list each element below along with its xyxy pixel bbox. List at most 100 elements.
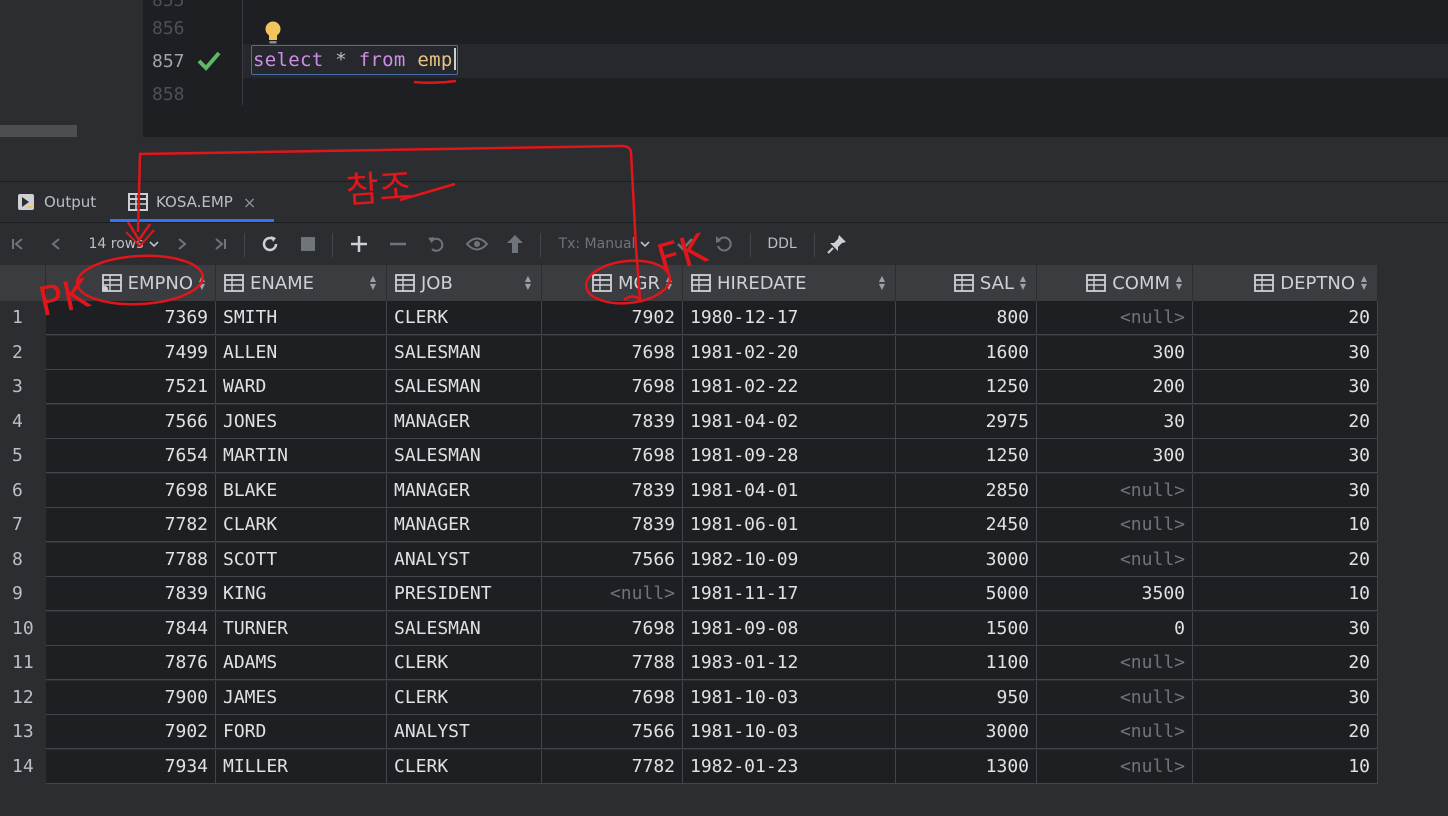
cell-ename[interactable]: MILLER [216, 749, 387, 784]
cell-job[interactable]: MANAGER [387, 508, 542, 542]
cell-hiredate[interactable]: 1981-06-01 [683, 508, 896, 542]
row-number[interactable]: 3 [0, 370, 46, 404]
cell-hiredate[interactable]: 1981-09-28 [683, 439, 896, 473]
cell-deptno[interactable]: 20 [1193, 542, 1378, 577]
cell-job[interactable]: ANALYST [387, 542, 542, 577]
horizontal-scrollbar[interactable] [0, 125, 77, 137]
row-number[interactable]: 12 [0, 680, 46, 715]
cell-ename[interactable]: ALLEN [216, 335, 387, 370]
cell-hiredate[interactable]: 1980-12-17 [683, 301, 896, 335]
cell-hiredate[interactable]: 1981-04-01 [683, 473, 896, 508]
rows-count-dropdown[interactable]: 14 rows [84, 223, 164, 265]
cell-sal[interactable]: 1500 [896, 611, 1037, 646]
cell-ename[interactable]: JONES [216, 404, 387, 439]
cell-sal[interactable]: 1300 [896, 749, 1037, 784]
table-row[interactable]: 10 7844 TURNER SALESMAN 7698 1981-09-08 1500 0 3… [0, 611, 1378, 646]
cell-empno[interactable]: 7566 [46, 404, 216, 439]
table-row[interactable]: 4 7566 JONES MANAGER 7839 1981-04-02 2975 30 20 [0, 404, 1378, 439]
cell-sal[interactable]: 5000 [896, 577, 1037, 611]
lightbulb-icon[interactable] [262, 20, 284, 46]
column-header-comm[interactable]: COMM ▲ ▼ [1037, 265, 1193, 301]
cell-empno[interactable]: 7900 [46, 680, 216, 715]
cell-sal[interactable]: 950 [896, 680, 1037, 715]
cell-deptno[interactable]: 20 [1193, 646, 1378, 680]
cell-mgr[interactable]: 7698 [542, 611, 683, 646]
cell-hiredate[interactable]: 1982-01-23 [683, 749, 896, 784]
cell-deptno[interactable]: 10 [1193, 577, 1378, 611]
cell-job[interactable]: SALESMAN [387, 439, 542, 473]
table-row[interactable]: 3 7521 WARD SALESMAN 7698 1981-02-22 1250 200 30 [0, 370, 1378, 404]
cell-comm[interactable]: <null> [1037, 473, 1193, 508]
tab-output[interactable]: Output [16, 182, 96, 222]
cell-ename[interactable]: SCOTT [216, 542, 387, 577]
cell-ename[interactable]: TURNER [216, 611, 387, 646]
cell-ename[interactable]: FORD [216, 715, 387, 749]
cell-deptno[interactable]: 20 [1193, 715, 1378, 749]
column-header-job[interactable]: JOB ▲ ▼ [387, 265, 542, 301]
cell-comm[interactable]: <null> [1037, 749, 1193, 784]
row-number[interactable]: 4 [0, 404, 46, 439]
sort-icon[interactable]: ▲ ▼ [370, 275, 376, 291]
cell-sal[interactable]: 1600 [896, 335, 1037, 370]
cell-mgr[interactable]: <null> [542, 577, 683, 611]
row-number[interactable]: 6 [0, 473, 46, 508]
cell-mgr[interactable]: 7839 [542, 473, 683, 508]
cell-sal[interactable]: 2850 [896, 473, 1037, 508]
cell-empno[interactable]: 7521 [46, 370, 216, 404]
last-page-icon[interactable] [208, 223, 232, 265]
cell-mgr[interactable]: 7698 [542, 680, 683, 715]
stop-icon[interactable] [296, 223, 320, 265]
table-row[interactable]: 5 7654 MARTIN SALESMAN 7698 1981-09-28 1250 300… [0, 439, 1378, 473]
cell-hiredate[interactable]: 1981-02-20 [683, 335, 896, 370]
column-header-empno[interactable]: EMPNO ▲ ▼ [46, 265, 216, 301]
cell-empno[interactable]: 7788 [46, 542, 216, 577]
cell-mgr[interactable]: 7902 [542, 301, 683, 335]
cell-comm[interactable]: <null> [1037, 542, 1193, 577]
cell-mgr[interactable]: 7566 [542, 715, 683, 749]
cell-sal[interactable]: 2975 [896, 404, 1037, 439]
table-row[interactable]: 7 7782 CLARK MANAGER 7839 1981-06-01 2450 <null… [0, 508, 1378, 542]
cell-empno[interactable]: 7369 [46, 301, 216, 335]
cell-sal[interactable]: 1250 [896, 370, 1037, 404]
panel-splitter[interactable] [0, 137, 1448, 182]
table-row[interactable]: 8 7788 SCOTT ANALYST 7566 1982-10-09 3000 <null… [0, 542, 1378, 577]
cell-mgr[interactable]: 7839 [542, 508, 683, 542]
cell-comm[interactable]: <null> [1037, 508, 1193, 542]
column-header-hiredate[interactable]: HIREDATE ▲ ▼ [683, 265, 896, 301]
cell-empno[interactable]: 7844 [46, 611, 216, 646]
cell-job[interactable]: CLERK [387, 680, 542, 715]
cell-deptno[interactable]: 20 [1193, 301, 1378, 335]
table-row[interactable]: 9 7839 KING PRESIDENT <null> 1981-11-17 5000 35… [0, 577, 1378, 611]
cell-job[interactable]: PRESIDENT [387, 577, 542, 611]
row-number[interactable]: 7 [0, 508, 46, 542]
cell-mgr[interactable]: 7839 [542, 404, 683, 439]
cell-mgr[interactable]: 7788 [542, 646, 683, 680]
column-header-ename[interactable]: ENAME ▲ ▼ [216, 265, 387, 301]
cell-hiredate[interactable]: 1981-11-17 [683, 577, 896, 611]
cell-comm[interactable]: 200 [1037, 370, 1193, 404]
tab-kosa-emp[interactable]: KOSA.EMP × [128, 182, 256, 222]
cell-hiredate[interactable]: 1981-10-03 [683, 680, 896, 715]
cell-job[interactable]: SALESMAN [387, 611, 542, 646]
table-row[interactable]: 11 7876 ADAMS CLERK 7788 1983-01-12 1100 <null>… [0, 646, 1378, 680]
view-changes-icon[interactable] [464, 223, 490, 265]
table-row[interactable]: 2 7499 ALLEN SALESMAN 7698 1981-02-20 1600 300 3… [0, 335, 1378, 370]
cell-deptno[interactable]: 30 [1193, 439, 1378, 473]
cell-hiredate[interactable]: 1981-09-08 [683, 611, 896, 646]
previous-page-icon[interactable] [44, 223, 68, 265]
cell-sal[interactable]: 1100 [896, 646, 1037, 680]
sort-icon[interactable]: ▲ ▼ [879, 275, 885, 291]
ddl-button[interactable]: DDL [760, 223, 804, 265]
transaction-mode-dropdown[interactable]: Tx: Manual [556, 223, 654, 265]
sort-icon[interactable]: ▲ ▼ [666, 275, 672, 291]
sort-icon[interactable]: ▲ ▼ [1361, 275, 1367, 291]
table-row[interactable]: 14 7934 MILLER CLERK 7782 1982-01-23 1300 <null… [0, 749, 1378, 784]
cell-sal[interactable]: 1250 [896, 439, 1037, 473]
cell-deptno[interactable]: 30 [1193, 370, 1378, 404]
cell-comm[interactable]: 300 [1037, 439, 1193, 473]
sort-icon[interactable]: ▲ ▼ [1176, 275, 1182, 291]
cell-deptno[interactable]: 20 [1193, 404, 1378, 439]
cell-hiredate[interactable]: 1983-01-12 [683, 646, 896, 680]
cell-comm[interactable]: 300 [1037, 335, 1193, 370]
cell-empno[interactable]: 7934 [46, 749, 216, 784]
